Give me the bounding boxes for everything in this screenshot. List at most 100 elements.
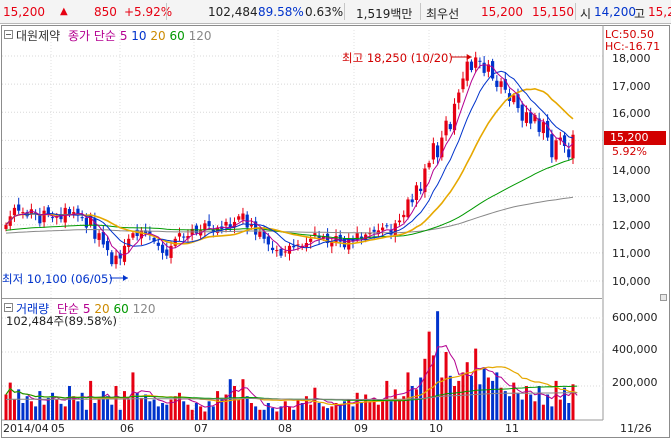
volume-bar — [237, 399, 241, 420]
volume-bar — [127, 399, 131, 420]
candle-body — [550, 134, 554, 158]
volume-bar — [122, 391, 126, 420]
candle-body — [224, 221, 228, 226]
volume-tick: 400,000 — [612, 343, 658, 356]
volume-bar — [338, 404, 342, 420]
volume-bar — [406, 372, 410, 420]
candle-body — [541, 122, 545, 134]
volume-bar — [567, 403, 571, 420]
volume-bar — [550, 406, 554, 420]
volume-bar — [199, 406, 203, 420]
candle-body — [270, 247, 275, 251]
volume-bar — [355, 392, 359, 420]
volume-bar — [84, 409, 88, 420]
volume-bar — [228, 379, 232, 420]
volume-bar — [398, 399, 402, 420]
candle-body — [182, 236, 186, 238]
volume-bar — [89, 380, 93, 420]
ma-10: 10 — [131, 29, 147, 43]
candle-body — [524, 112, 529, 123]
volume-bar — [330, 406, 334, 420]
volume-bar — [309, 404, 313, 420]
candle-body — [50, 217, 55, 219]
date-tick: 10 — [429, 422, 443, 435]
collapse-icon[interactable] — [4, 30, 13, 39]
max-price-annotation: 최고 18,250 (10/20) — [342, 51, 453, 65]
volume-bar — [453, 386, 457, 420]
candle-body — [469, 61, 474, 71]
price-chart[interactable] — [0, 0, 671, 439]
volume-bar — [97, 399, 101, 420]
volume-bar — [275, 411, 279, 420]
volume-bar — [495, 372, 499, 420]
volume-bar — [571, 384, 575, 420]
candle-body — [431, 143, 435, 160]
collapse-icon[interactable] — [4, 303, 13, 312]
volume-bar — [292, 409, 296, 420]
volume-bar — [245, 396, 249, 420]
candle-body — [101, 232, 105, 245]
volume-bar — [368, 401, 372, 420]
volume-bar — [25, 396, 29, 420]
volume-bar — [351, 406, 355, 420]
volume-bar — [529, 394, 533, 420]
candle-body — [546, 120, 550, 138]
candle-body — [258, 231, 262, 237]
date-tick: 2014/04 — [3, 422, 49, 435]
candle-body — [571, 134, 575, 159]
volume-bar — [148, 401, 152, 420]
candle-body — [457, 92, 461, 103]
candle-body — [512, 95, 516, 103]
volume-bar — [254, 406, 258, 420]
volume-bar — [486, 377, 490, 420]
price-tick: 14,000 — [612, 164, 651, 177]
candle-body — [237, 216, 241, 220]
candle-body — [12, 207, 17, 216]
volume-bar — [211, 406, 215, 420]
candle-body — [567, 149, 571, 158]
volume-bar — [520, 399, 524, 420]
volume-bar — [59, 403, 63, 420]
candle-body — [241, 213, 245, 220]
candle-body — [156, 242, 160, 246]
candle-body — [406, 199, 410, 218]
date-tick: 06 — [120, 422, 134, 435]
current-price-marker: 15,200 — [604, 131, 666, 145]
volume-bar — [135, 392, 139, 420]
volume-bar — [427, 331, 431, 420]
candle-body — [444, 120, 448, 136]
date-tick: 05 — [51, 422, 65, 435]
volume-bar — [499, 387, 503, 420]
candle-body — [414, 185, 419, 200]
volume-bar — [21, 403, 25, 420]
candle-body — [380, 227, 385, 231]
volume-bar — [118, 409, 122, 420]
candle-body — [554, 140, 558, 160]
volume-bar — [114, 386, 118, 420]
volume-bar — [469, 375, 473, 420]
volume-bar — [72, 396, 76, 420]
volume-bar — [516, 392, 520, 420]
volume-bar — [503, 391, 507, 420]
volume-bar — [457, 380, 461, 420]
candle-body — [165, 249, 169, 256]
volume-bar — [139, 397, 143, 420]
panel-resize-handle[interactable] — [660, 294, 667, 301]
volume-bar — [249, 403, 253, 420]
candle-body — [173, 238, 177, 246]
volume-bar — [4, 394, 8, 420]
panel-divider — [2, 298, 602, 299]
volume-tick: 200,000 — [612, 376, 658, 389]
date-tick: 09 — [354, 422, 368, 435]
volume-bar — [152, 399, 156, 420]
candle-body — [287, 245, 292, 254]
volume-bar — [216, 391, 220, 420]
volume-bar — [410, 386, 414, 420]
volume-bar — [182, 401, 186, 420]
price-tick: 18,000 — [612, 52, 651, 65]
volume-bar — [533, 401, 537, 420]
ma-type-label: 종가 단순 — [68, 29, 116, 43]
volume-bar — [436, 311, 440, 420]
volume-bar — [55, 399, 59, 420]
volume-bar — [491, 380, 495, 420]
